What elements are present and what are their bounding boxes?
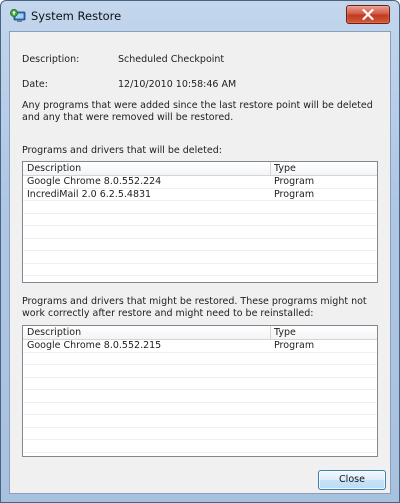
row-description: IncrediMail 2.0 6.2.5.4831 [27, 188, 152, 200]
empty-row [23, 365, 377, 378]
description-value: Scheduled Checkpoint [118, 54, 225, 65]
table-row[interactable]: Google Chrome 8.0.552.224 Program [23, 176, 377, 189]
row-description: Google Chrome 8.0.552.224 [27, 176, 162, 187]
table-row[interactable]: IncrediMail 2.0 6.2.5.4831 Program [23, 188, 377, 201]
table-row[interactable]: Google Chrome 8.0.552.215 Program [23, 340, 377, 353]
column-header-description[interactable]: Description [27, 327, 81, 339]
column-header-description[interactable]: Description [27, 163, 81, 175]
column-divider[interactable] [270, 162, 271, 176]
column-header-type[interactable]: Type [274, 327, 296, 339]
empty-row [23, 378, 377, 390]
list-header: Description Type [23, 162, 377, 176]
row-type: Program [274, 340, 315, 351]
empty-row [23, 264, 377, 276]
list-rows: Google Chrome 8.0.552.215 Program [23, 340, 377, 453]
empty-row [23, 428, 377, 440]
close-button[interactable]: Close [318, 470, 386, 490]
system-restore-window: System Restore Description: Scheduled Ch… [0, 0, 400, 503]
dialog-content: Description: Scheduled Checkpoint Date: … [9, 31, 391, 494]
deleted-programs-list[interactable]: Description Type Google Chrome 8.0.552.2… [22, 161, 378, 283]
column-header-type[interactable]: Type [274, 163, 296, 175]
system-restore-icon [9, 8, 27, 24]
empty-row [23, 239, 377, 251]
restored-programs-list[interactable]: Description Type Google Chrome 8.0.552.2… [22, 325, 378, 457]
empty-row [23, 201, 377, 214]
close-x-icon [362, 9, 374, 20]
date-value: 12/10/2010 10:58:46 AM [118, 79, 237, 90]
column-divider[interactable] [270, 326, 271, 340]
date-label: Date: [22, 79, 48, 90]
list-header: Description Type [23, 326, 377, 340]
restored-heading: Programs and drivers that might be resto… [22, 296, 367, 319]
empty-row [23, 251, 377, 264]
empty-row [23, 353, 377, 365]
empty-row [23, 226, 377, 239]
title-bar[interactable]: System Restore [1, 1, 399, 31]
row-type: Program [274, 188, 315, 200]
row-description: Google Chrome 8.0.552.215 [27, 340, 162, 351]
restore-note: Any programs that were added since the l… [22, 100, 373, 123]
empty-row [23, 403, 377, 415]
empty-row [23, 440, 377, 453]
deleted-heading: Programs and drivers that will be delete… [22, 145, 222, 156]
window-close-button[interactable] [346, 5, 390, 24]
description-label: Description: [22, 54, 80, 65]
row-type: Program [274, 176, 315, 187]
empty-row [23, 390, 377, 403]
list-rows: Google Chrome 8.0.552.224 Program Incred… [23, 176, 377, 276]
empty-row [23, 415, 377, 428]
empty-row [23, 214, 377, 226]
window-title: System Restore [31, 9, 122, 23]
